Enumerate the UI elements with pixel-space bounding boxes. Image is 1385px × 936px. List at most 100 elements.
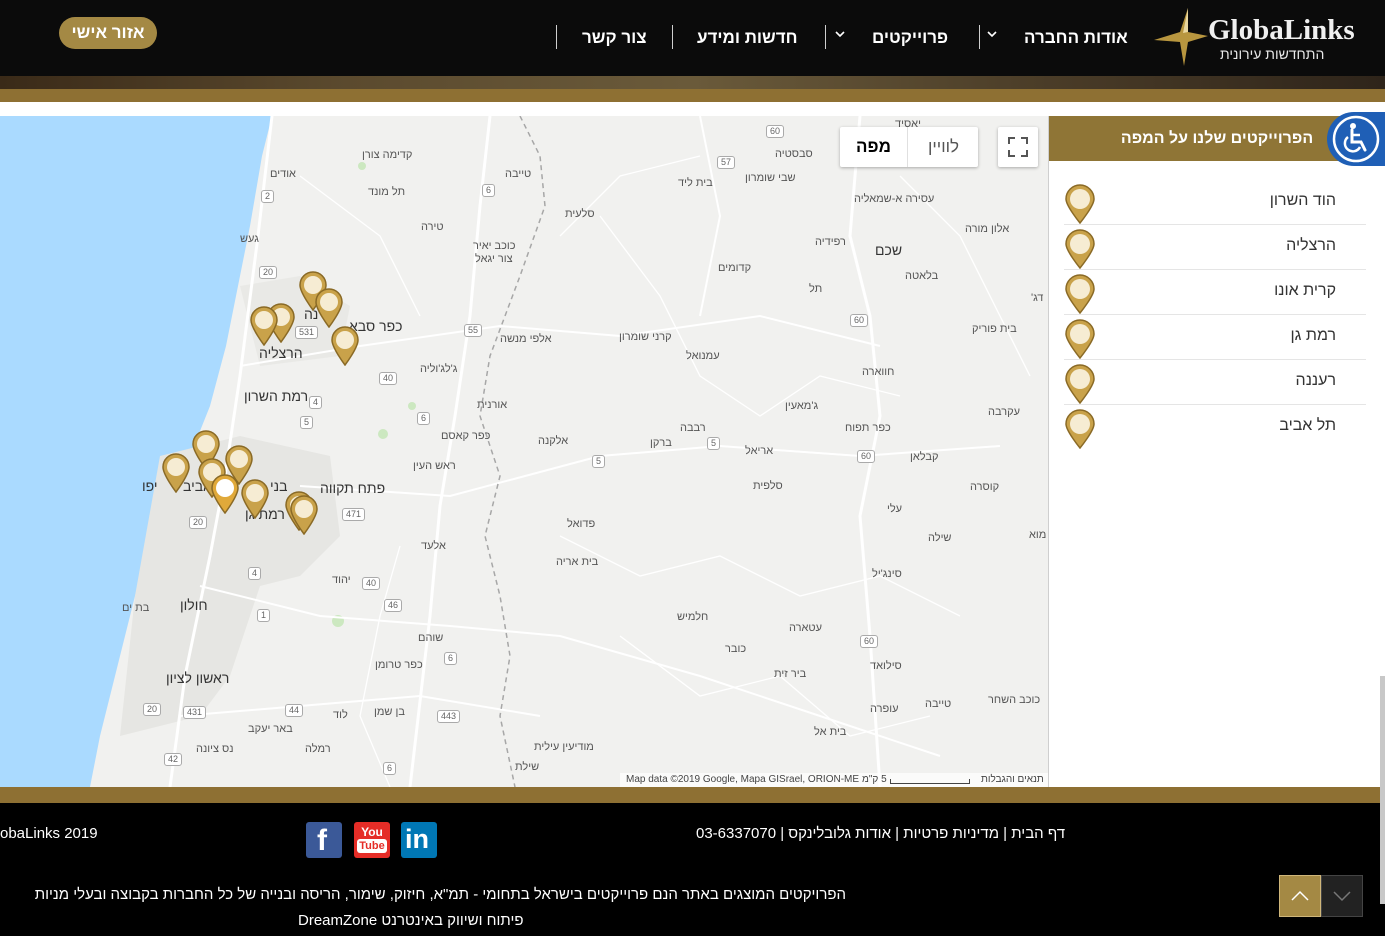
road-shield: 42 <box>164 753 183 766</box>
map-label: שכם <box>875 242 903 258</box>
youtube-icon[interactable]: You Tube <box>354 822 390 858</box>
copyright-text: obaLinks 2019 <box>0 825 98 842</box>
project-marker[interactable] <box>289 495 319 536</box>
road-shield: 55 <box>464 324 483 337</box>
project-marker[interactable] <box>314 288 344 329</box>
map-label: ג'לג'וליה <box>420 363 458 375</box>
project-marker[interactable] <box>330 326 360 367</box>
road-shield: 5 <box>592 455 606 468</box>
map-label: בית אריה <box>556 556 599 568</box>
map-label: אלון מורה <box>965 223 1010 235</box>
site-logo[interactable]: GlobaLinks התחדשות עירונית <box>1150 6 1365 68</box>
personal-area-button[interactable]: אזור אישי <box>59 17 157 49</box>
site-footer: obaLinks 2019 f You Tube in דף הבית | מד… <box>0 787 1385 936</box>
project-list-label: הוד השרון <box>1269 192 1336 209</box>
facebook-glyph: f <box>317 824 327 857</box>
fullscreen-icon <box>1008 137 1028 157</box>
footer-links[interactable]: דף הבית | מדיניות פרטיות | אודות גלובלינ… <box>696 825 1065 842</box>
map-attribution: Map data ©2019 Google, Mapa GISrael, ORI… <box>620 773 1048 787</box>
map-label: עמנואל <box>686 350 720 362</box>
map-view-button[interactable]: מפה <box>840 127 907 167</box>
map-label: הרצליה <box>259 345 303 361</box>
map-label: כפר תפוח <box>845 422 891 434</box>
project-list-label: קרית אונו <box>1274 282 1336 299</box>
chevron-down-icon[interactable] <box>986 28 998 43</box>
nav-news[interactable]: חדשות ומידע <box>697 24 798 52</box>
nav-separator <box>979 25 980 49</box>
map-label: כוכב יאיר <box>473 240 516 252</box>
map-label: עלי <box>887 503 903 515</box>
map-label: אורנית <box>477 399 508 411</box>
nav-projects[interactable]: פרוייקטים <box>872 24 948 52</box>
facebook-icon[interactable]: f <box>306 822 342 858</box>
page-scrollbar[interactable] <box>1380 676 1385 904</box>
fullscreen-button[interactable] <box>998 127 1038 167</box>
project-marker[interactable] <box>210 474 240 515</box>
projects-sidebar: הפרוייקטים שלנו על המפה הוד השרון הרצליה… <box>1049 116 1385 787</box>
project-list-item[interactable]: תל אביב <box>1064 405 1366 449</box>
road-shield: 5 <box>300 416 314 429</box>
project-list-label: הרצליה <box>1286 237 1336 254</box>
map-label: בת ים <box>122 602 150 614</box>
site-header: אזור אישי צור קשר חדשות ומידע פרוייקטים … <box>0 0 1385 76</box>
road-shield: 46 <box>384 599 403 612</box>
project-list-item[interactable]: הוד השרון <box>1064 180 1366 225</box>
road-shield: 6 <box>482 184 496 197</box>
road-shield: 20 <box>259 266 278 279</box>
scroll-down-button[interactable] <box>1321 875 1363 917</box>
projects-map[interactable]: קדימה צורן אודים תל מונד טייבה סבסטיה בי… <box>0 116 1049 787</box>
scroll-up-button[interactable] <box>1279 875 1321 917</box>
map-label: בית פוריק <box>972 323 1017 335</box>
map-label: חלמיש <box>677 611 709 623</box>
road-shield: 2 <box>261 190 275 203</box>
satellite-view-button[interactable]: לוויין <box>907 127 979 167</box>
project-list-item[interactable]: הרצליה <box>1064 225 1366 270</box>
road-shield: 40 <box>362 577 381 590</box>
project-list-item[interactable]: רמת גן <box>1064 315 1366 360</box>
project-marker[interactable] <box>249 306 279 347</box>
location-pin-icon <box>1065 364 1095 404</box>
map-scale-bar <box>890 779 970 784</box>
map-label: פתח תקווה <box>320 480 386 496</box>
map-label: צור יגאל <box>475 253 513 265</box>
map-label: דג' <box>1031 292 1044 304</box>
road-shield: 44 <box>285 704 304 717</box>
nav-separator <box>825 25 826 49</box>
linkedin-icon[interactable]: in <box>401 822 437 858</box>
map-label: געש <box>240 233 259 245</box>
nav-about[interactable]: אודות החברה <box>1024 24 1128 52</box>
project-marker[interactable] <box>240 479 270 520</box>
map-label: באר יעקב <box>248 723 293 735</box>
map-data-credit: Map data ©2019 Google, Mapa GISrael, ORI… <box>626 774 860 785</box>
map-label: כוכב השחר <box>988 694 1041 706</box>
nav-contact[interactable]: צור קשר <box>582 24 647 52</box>
map-terms-link[interactable]: תנאים והגבלות <box>981 774 1044 785</box>
project-list-item[interactable]: קרית אונו <box>1064 270 1366 315</box>
map-label: סלפית <box>753 480 783 492</box>
footer-credit[interactable]: פיתוח ושיווק באינטרנט DreamZone <box>298 912 524 929</box>
location-pin-icon <box>1065 274 1095 314</box>
map-label: טירה <box>421 221 444 233</box>
header-spacer <box>0 102 1385 116</box>
map-label: קרני שומרון <box>619 331 672 343</box>
road-shield: 60 <box>766 125 785 138</box>
accessibility-button[interactable] <box>1327 112 1385 166</box>
map-label: סילואד <box>870 660 902 672</box>
map-label: מודיעין עילית <box>534 741 594 753</box>
map-label: סלעית <box>565 208 595 220</box>
map-label: פדואל <box>567 518 596 530</box>
map-label: טייבה <box>925 698 952 710</box>
road-shield: 4 <box>248 567 262 580</box>
map-label: אלעד <box>421 540 446 552</box>
map-label: רבבה <box>680 422 706 434</box>
road-shield: 60 <box>850 314 869 327</box>
map-label: כפר קאסם <box>441 430 491 442</box>
chevron-down-icon[interactable] <box>834 28 846 43</box>
project-list-item[interactable]: רעננה <box>1064 360 1366 405</box>
project-marker[interactable] <box>161 453 191 494</box>
footer-gold-bar <box>0 787 1385 803</box>
map-label: בית ליד <box>678 177 713 189</box>
map-label: בית אל <box>814 726 847 738</box>
logo-tagline: התחדשות עירונית <box>1220 46 1325 62</box>
linkedin-glyph: in <box>405 824 429 854</box>
